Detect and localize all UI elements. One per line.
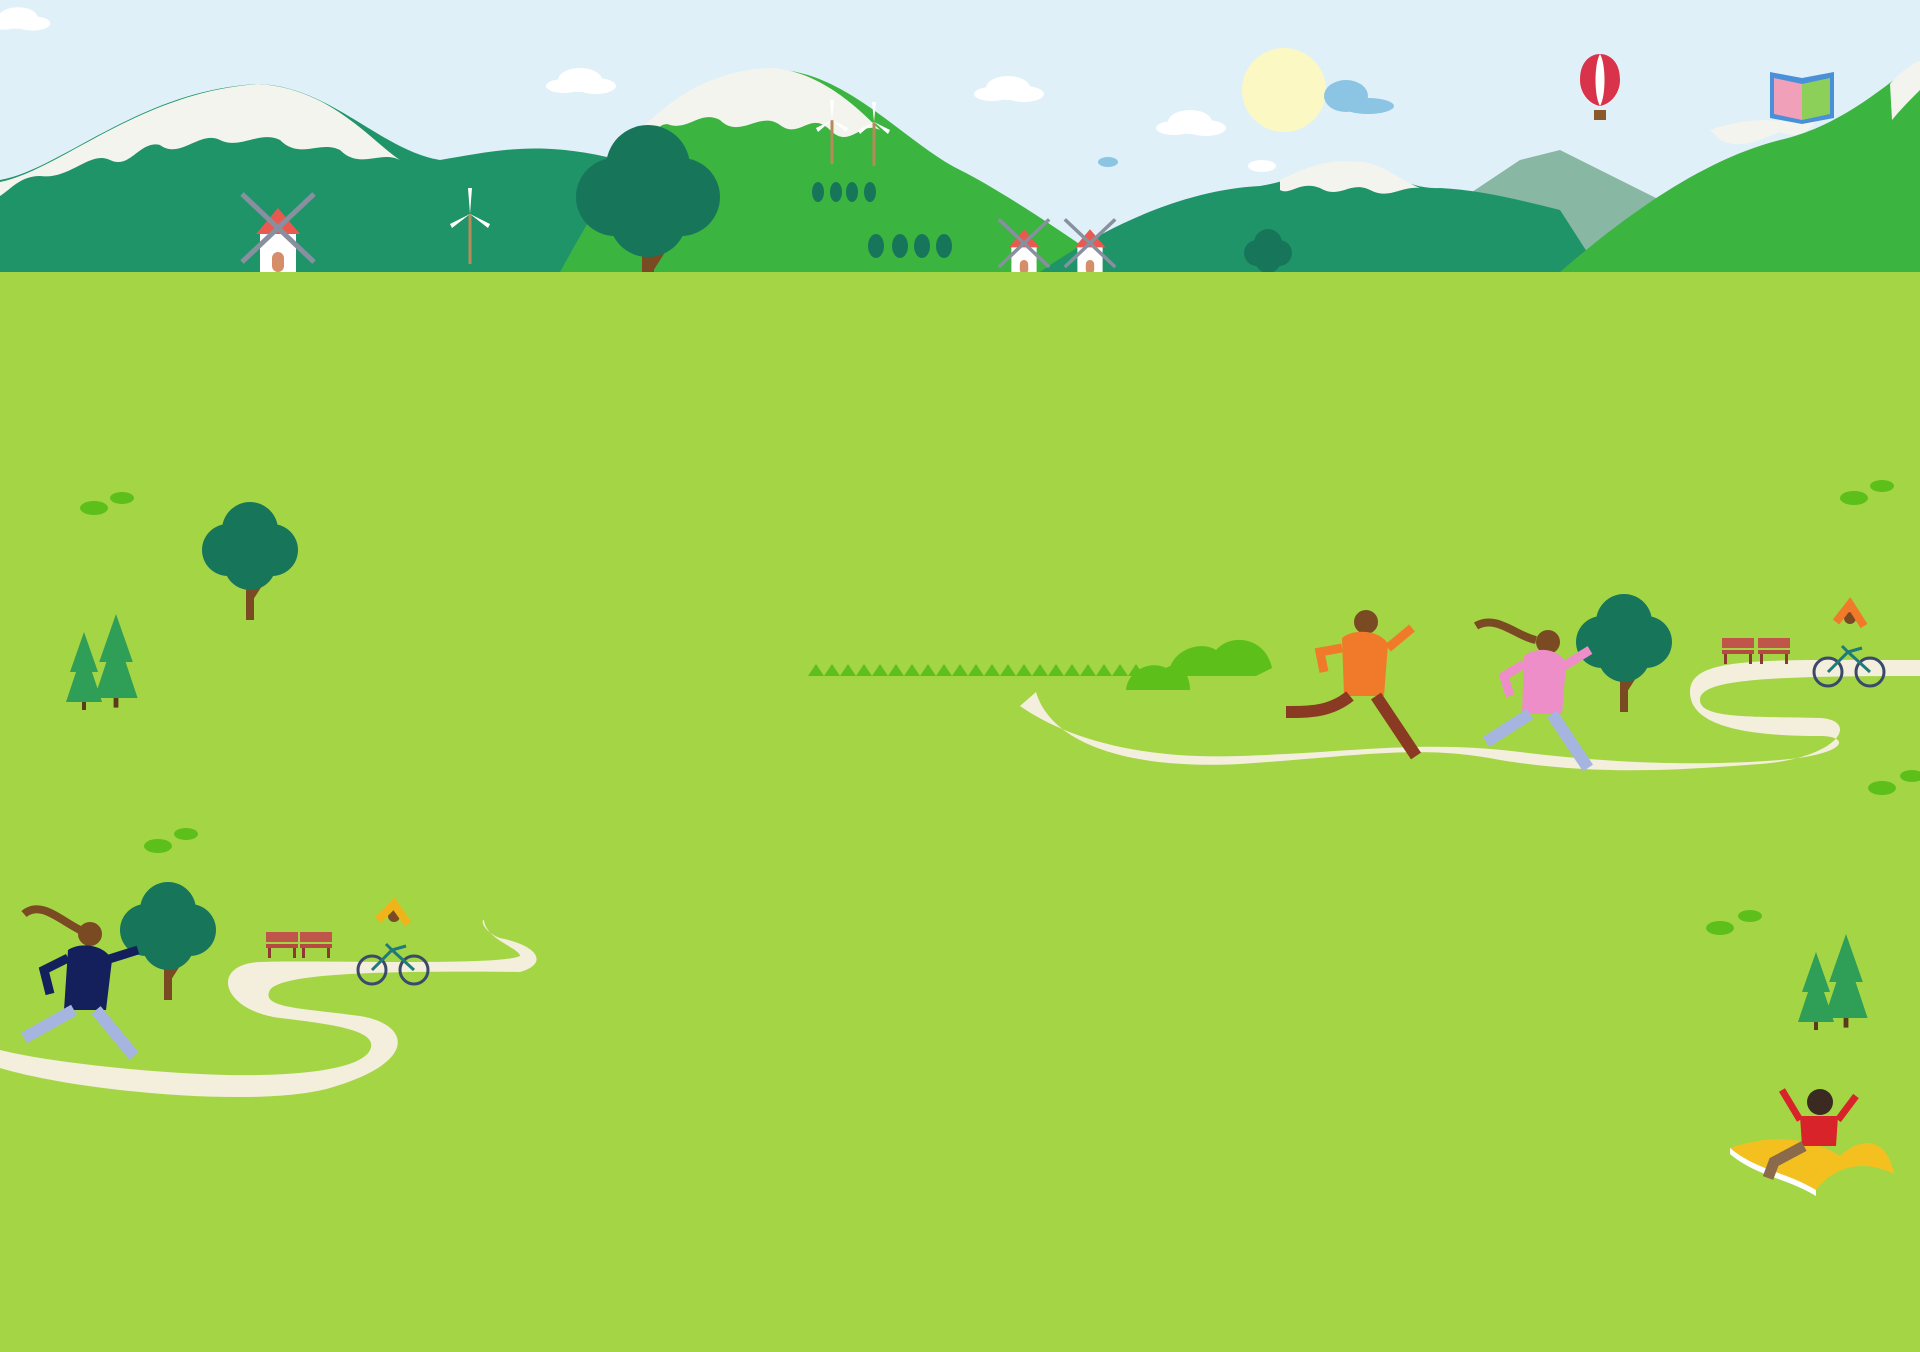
sun-icon xyxy=(1242,48,1326,132)
cloud-icon xyxy=(1248,160,1276,172)
open-book-icon xyxy=(1770,72,1834,124)
grass-field xyxy=(0,272,1920,1352)
landscape-scene xyxy=(0,0,1920,1352)
cloud-icon xyxy=(1098,157,1118,167)
